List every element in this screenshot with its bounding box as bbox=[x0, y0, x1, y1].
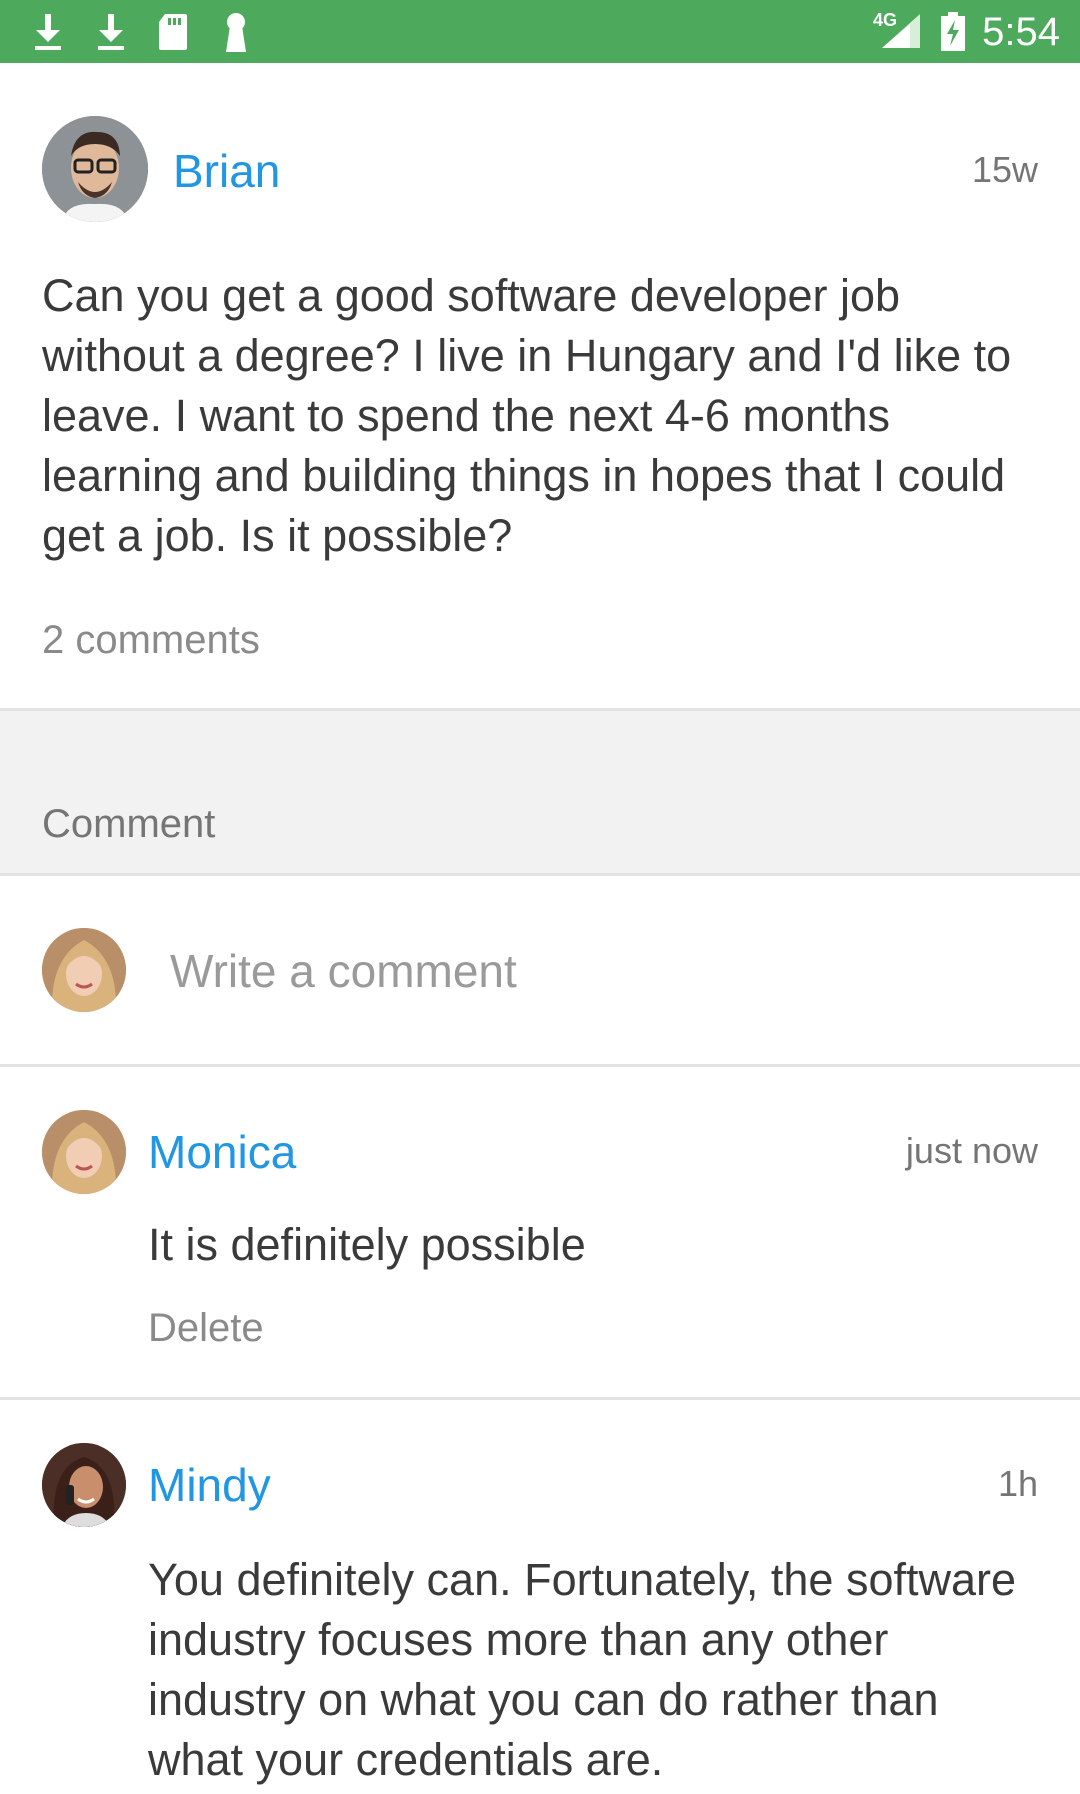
comment-section-header: Comment bbox=[0, 711, 1080, 873]
comment-author[interactable]: Mindy bbox=[148, 1457, 271, 1513]
comment-input[interactable] bbox=[168, 938, 1032, 1004]
post-time: 15w bbox=[971, 149, 1038, 190]
person-avatar-icon bbox=[42, 116, 148, 222]
download-icon bbox=[35, 14, 61, 50]
comment-composer bbox=[0, 876, 1080, 1064]
comment-time: 1h bbox=[997, 1463, 1038, 1504]
post-text: Can you get a good software developer jo… bbox=[42, 270, 1012, 561]
comment-item: Monica just now It is definitely possibl… bbox=[0, 1067, 1080, 1397]
comment-item: Mindy 1h You definitely can. Fortunately… bbox=[0, 1400, 1080, 1794]
avatar[interactable] bbox=[42, 1110, 126, 1194]
battery-charging-icon bbox=[941, 12, 965, 51]
delete-button[interactable]: Delete bbox=[148, 1303, 264, 1353]
comments-count[interactable]: 2 comments bbox=[42, 615, 260, 665]
comment-time: just now bbox=[905, 1130, 1038, 1171]
sd-card-icon bbox=[159, 14, 187, 50]
avatar bbox=[42, 928, 126, 1012]
post-author[interactable]: Brian bbox=[173, 143, 280, 199]
post: Brian 15w Can you get a good software de… bbox=[0, 63, 1080, 708]
comment-text: It is definitely possible bbox=[148, 1219, 586, 1270]
keyhole-icon bbox=[226, 13, 246, 52]
signal-icon bbox=[882, 14, 920, 48]
avatar[interactable] bbox=[42, 1443, 126, 1527]
section-title: Comment bbox=[42, 802, 216, 846]
status-bar: 4G 5:54 bbox=[0, 0, 1080, 63]
comment-author[interactable]: Monica bbox=[148, 1124, 296, 1180]
person-avatar-icon bbox=[42, 1443, 126, 1527]
person-avatar-icon bbox=[42, 1110, 126, 1194]
avatar[interactable] bbox=[42, 116, 148, 222]
clock: 5:54 bbox=[982, 10, 1060, 54]
comment-text: You definitely can. Fortunately, the sof… bbox=[148, 1554, 1017, 1785]
download-icon bbox=[98, 14, 124, 50]
person-avatar-icon bbox=[42, 928, 126, 1012]
